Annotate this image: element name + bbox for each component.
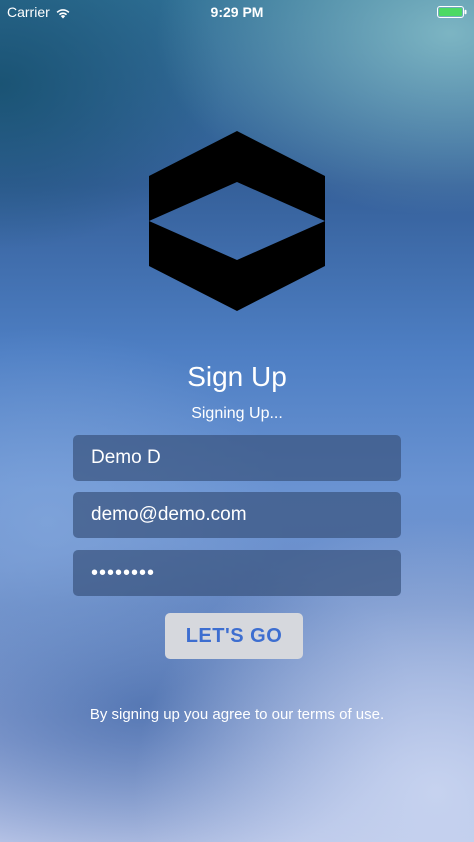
name-field[interactable] <box>73 435 401 481</box>
lets-go-button[interactable]: LET'S GO <box>165 613 303 659</box>
terms-of-use-text[interactable]: By signing up you agree to our terms of … <box>0 705 474 725</box>
password-input[interactable]: •••••••• <box>91 562 155 585</box>
status-time: 9:29 PM <box>210 4 264 20</box>
email-field[interactable] <box>73 492 401 538</box>
status-message: Signing Up... <box>191 405 283 422</box>
name-input[interactable] <box>91 447 383 469</box>
sign-up-screen: Carrier 9:29 PM Sign Up Signing Up... De… <box>0 0 474 842</box>
password-field[interactable]: •••••••• <box>73 550 401 596</box>
page-title: Sign Up <box>187 361 287 392</box>
email-input[interactable] <box>91 504 383 526</box>
hexagon-logo-icon <box>148 130 326 312</box>
status-bar: Carrier 9:29 PM <box>0 0 474 24</box>
battery-icon <box>437 5 467 18</box>
